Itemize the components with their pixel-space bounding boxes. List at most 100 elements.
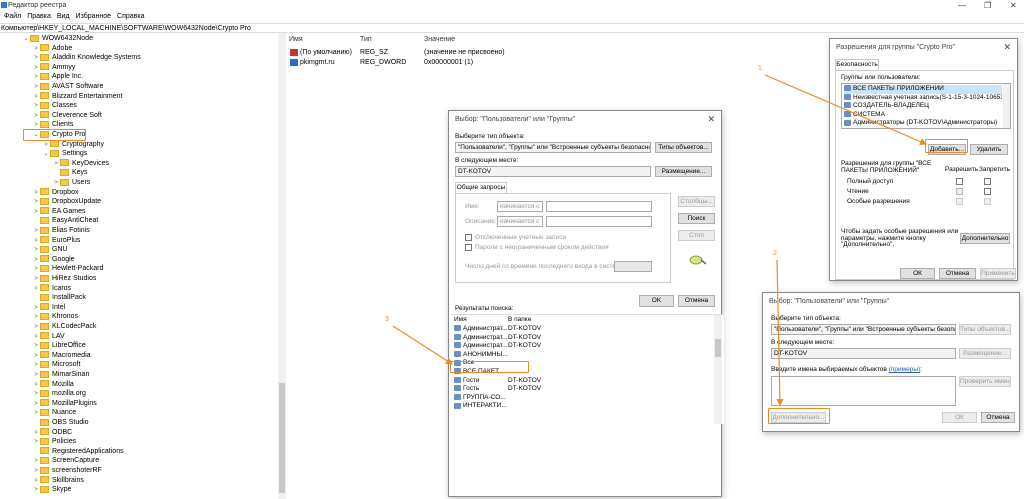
tree-item[interactable]: > screenshoterRF bbox=[32, 466, 102, 476]
menu-file[interactable]: Файл bbox=[4, 11, 21, 22]
value-row[interactable]: pkimgmt.ru REG_DWORD 0x00000001 (1) bbox=[290, 58, 530, 67]
deny-special-checkbox[interactable] bbox=[984, 198, 991, 205]
deny-read-checkbox[interactable] bbox=[984, 188, 991, 195]
tree-item[interactable]: > Google bbox=[32, 255, 75, 265]
group-item[interactable]: Администраторы (DT-KOTOV\Администраторы) bbox=[844, 119, 1002, 128]
allow-special-checkbox[interactable] bbox=[956, 198, 963, 205]
tree-item[interactable]: > Adobe bbox=[32, 44, 72, 54]
tree-item[interactable]: RegisteredApplications bbox=[32, 447, 124, 457]
tree-item[interactable]: > GNU bbox=[32, 245, 68, 255]
tree-item[interactable]: > Apple Inc. bbox=[32, 72, 83, 82]
check-names-button[interactable]: Проверить имена bbox=[959, 376, 1011, 387]
apply-button[interactable]: Применить bbox=[980, 268, 1016, 279]
advanced-button[interactable]: Дополнительно bbox=[960, 233, 1010, 244]
menu-edit[interactable]: Правка bbox=[27, 11, 51, 22]
tree-item[interactable]: ⌄ Settings bbox=[42, 149, 87, 159]
tree-item[interactable]: > KeyDevices bbox=[52, 159, 109, 169]
group-item[interactable]: ВСЕ ПАКЕТЫ ПРИЛОЖЕНИЙ bbox=[844, 85, 1002, 94]
locations-button[interactable]: Размещение... bbox=[959, 348, 1011, 359]
disabled-accounts-checkbox[interactable] bbox=[465, 234, 472, 241]
tree-item[interactable]: > EA Games bbox=[32, 207, 85, 217]
tree-item[interactable]: InstallPack bbox=[32, 293, 86, 303]
remove-button[interactable]: Удалить bbox=[970, 144, 1008, 155]
tree-item[interactable]: > MozillaPlugins bbox=[32, 399, 97, 409]
locations-button[interactable]: Размещение... bbox=[655, 166, 712, 177]
results-col-folder[interactable]: В папке bbox=[508, 316, 531, 323]
expand-icon[interactable]: ⌄ bbox=[22, 35, 30, 45]
tree-item[interactable]: > Nuance bbox=[32, 408, 76, 418]
tree-item[interactable]: > Khronos bbox=[32, 312, 78, 322]
close-icon[interactable]: ✕ bbox=[1003, 42, 1011, 53]
examples-link[interactable]: (примеры) bbox=[889, 366, 920, 373]
result-row[interactable]: ИНТЕРАКТИ... bbox=[454, 402, 709, 411]
allow-full-checkbox[interactable] bbox=[956, 178, 963, 185]
name-input[interactable] bbox=[546, 201, 652, 212]
tree-item[interactable]: > ScreenCapture bbox=[32, 456, 99, 466]
result-row[interactable]: Администрат... DT-KOTOV bbox=[454, 342, 709, 351]
cancel-button[interactable]: Отмена bbox=[678, 295, 715, 307]
tree-item[interactable]: > HiRez Studios bbox=[32, 274, 96, 284]
tree-item[interactable]: > Policies bbox=[32, 437, 76, 447]
deny-full-checkbox[interactable] bbox=[984, 178, 991, 185]
ok-button[interactable]: ОК bbox=[942, 412, 977, 423]
ok-button[interactable]: ОК bbox=[900, 268, 935, 279]
description-mode-select[interactable]: начинается с bbox=[497, 216, 543, 227]
description-input[interactable] bbox=[546, 216, 652, 227]
col-value[interactable]: Значение bbox=[424, 36, 455, 43]
columns-button[interactable]: Столбцы... bbox=[678, 196, 715, 207]
group-item[interactable]: СИСТЕМА bbox=[844, 111, 1002, 120]
tab-security[interactable]: Безопасность bbox=[835, 59, 879, 70]
group-item[interactable]: СОЗДАТЕЛЬ-ВЛАДЕЛЕЦ bbox=[844, 102, 1002, 111]
expand-icon[interactable]: ⌄ bbox=[42, 150, 50, 160]
name-mode-select[interactable]: начинается с bbox=[497, 201, 543, 212]
col-type[interactable]: Тип bbox=[360, 36, 372, 43]
tree-scroll-thumb[interactable] bbox=[279, 383, 285, 493]
result-row[interactable]: АНОНИМНЫ... bbox=[454, 351, 709, 360]
tree-item[interactable]: > Skillbrains bbox=[32, 476, 84, 486]
tree-item[interactable]: > Microsoft bbox=[32, 360, 80, 370]
maximize-button[interactable]: ❐ bbox=[984, 1, 991, 10]
tree-item[interactable]: > EuroPlus bbox=[32, 236, 80, 246]
groups-scrollbar[interactable] bbox=[1003, 84, 1010, 128]
tree-item[interactable]: > MimarSinan bbox=[32, 370, 89, 380]
tree-item[interactable]: > Skype bbox=[32, 485, 71, 495]
tree-item[interactable]: > Aladdin Knowledge Systems bbox=[32, 53, 141, 63]
close-icon[interactable]: ✕ bbox=[707, 114, 715, 125]
tree-item[interactable]: > LibreOffice bbox=[32, 341, 86, 351]
tree-item[interactable]: > Macromedia bbox=[32, 351, 91, 361]
tree-item[interactable]: > Classes bbox=[32, 101, 77, 111]
tab-common-queries[interactable]: Общие запросы bbox=[455, 182, 507, 193]
result-row[interactable]: Гости DT-KOTOV bbox=[454, 377, 709, 386]
result-row[interactable]: Гость DT-KOTOV bbox=[454, 385, 709, 394]
tree-item[interactable]: EasyAntiCheat bbox=[32, 216, 98, 226]
tree-item[interactable]: > Elias Fotinis bbox=[32, 226, 90, 236]
tree-item[interactable]: > Ammyy bbox=[32, 63, 75, 73]
stop-button[interactable]: Стоп bbox=[678, 230, 715, 241]
address-bar[interactable]: Компьютер\HKEY_LOCAL_MACHINE\SOFTWARE\WO… bbox=[0, 23, 1024, 33]
object-names-input[interactable] bbox=[771, 376, 956, 406]
minimize-button[interactable]: — bbox=[958, 1, 966, 10]
find-now-button[interactable]: Поиск bbox=[678, 213, 715, 224]
result-row[interactable]: Администрат... DT-KOTOV bbox=[454, 325, 709, 334]
tree-item[interactable]: > Intel bbox=[32, 303, 65, 313]
tree-item[interactable]: > AVAST Software bbox=[32, 82, 103, 92]
object-types-button[interactable]: Типы объектов... bbox=[655, 142, 712, 153]
tree-item[interactable]: > Dropbox bbox=[32, 188, 78, 198]
days-select[interactable] bbox=[614, 261, 652, 272]
allow-read-checkbox[interactable] bbox=[956, 188, 963, 195]
tree-item[interactable]: Keys bbox=[52, 168, 88, 178]
menu-help[interactable]: Справка bbox=[117, 11, 144, 22]
menu-view[interactable]: Вид bbox=[57, 11, 70, 22]
tree-item[interactable]: > Icaros bbox=[32, 284, 71, 294]
result-row[interactable]: Администрат... DT-KOTOV bbox=[454, 334, 709, 343]
menu-favorites[interactable]: Избранное bbox=[76, 11, 111, 22]
tree-item[interactable]: OBS Studio bbox=[32, 418, 89, 428]
tree-item[interactable]: > ODBC bbox=[32, 428, 72, 438]
tree-item[interactable]: > Hewlett-Packard bbox=[32, 264, 103, 274]
expand-icon[interactable]: > bbox=[32, 486, 40, 496]
col-name[interactable]: Имя bbox=[289, 36, 303, 43]
tree-item[interactable]: > Mozilla bbox=[32, 380, 74, 390]
tree-item[interactable]: > Users bbox=[52, 178, 90, 188]
tree-item[interactable]: > Cleverence Soft bbox=[32, 111, 102, 121]
group-item[interactable]: Неизвестная учетная запись(S-1-15-3-1024… bbox=[844, 94, 1002, 103]
